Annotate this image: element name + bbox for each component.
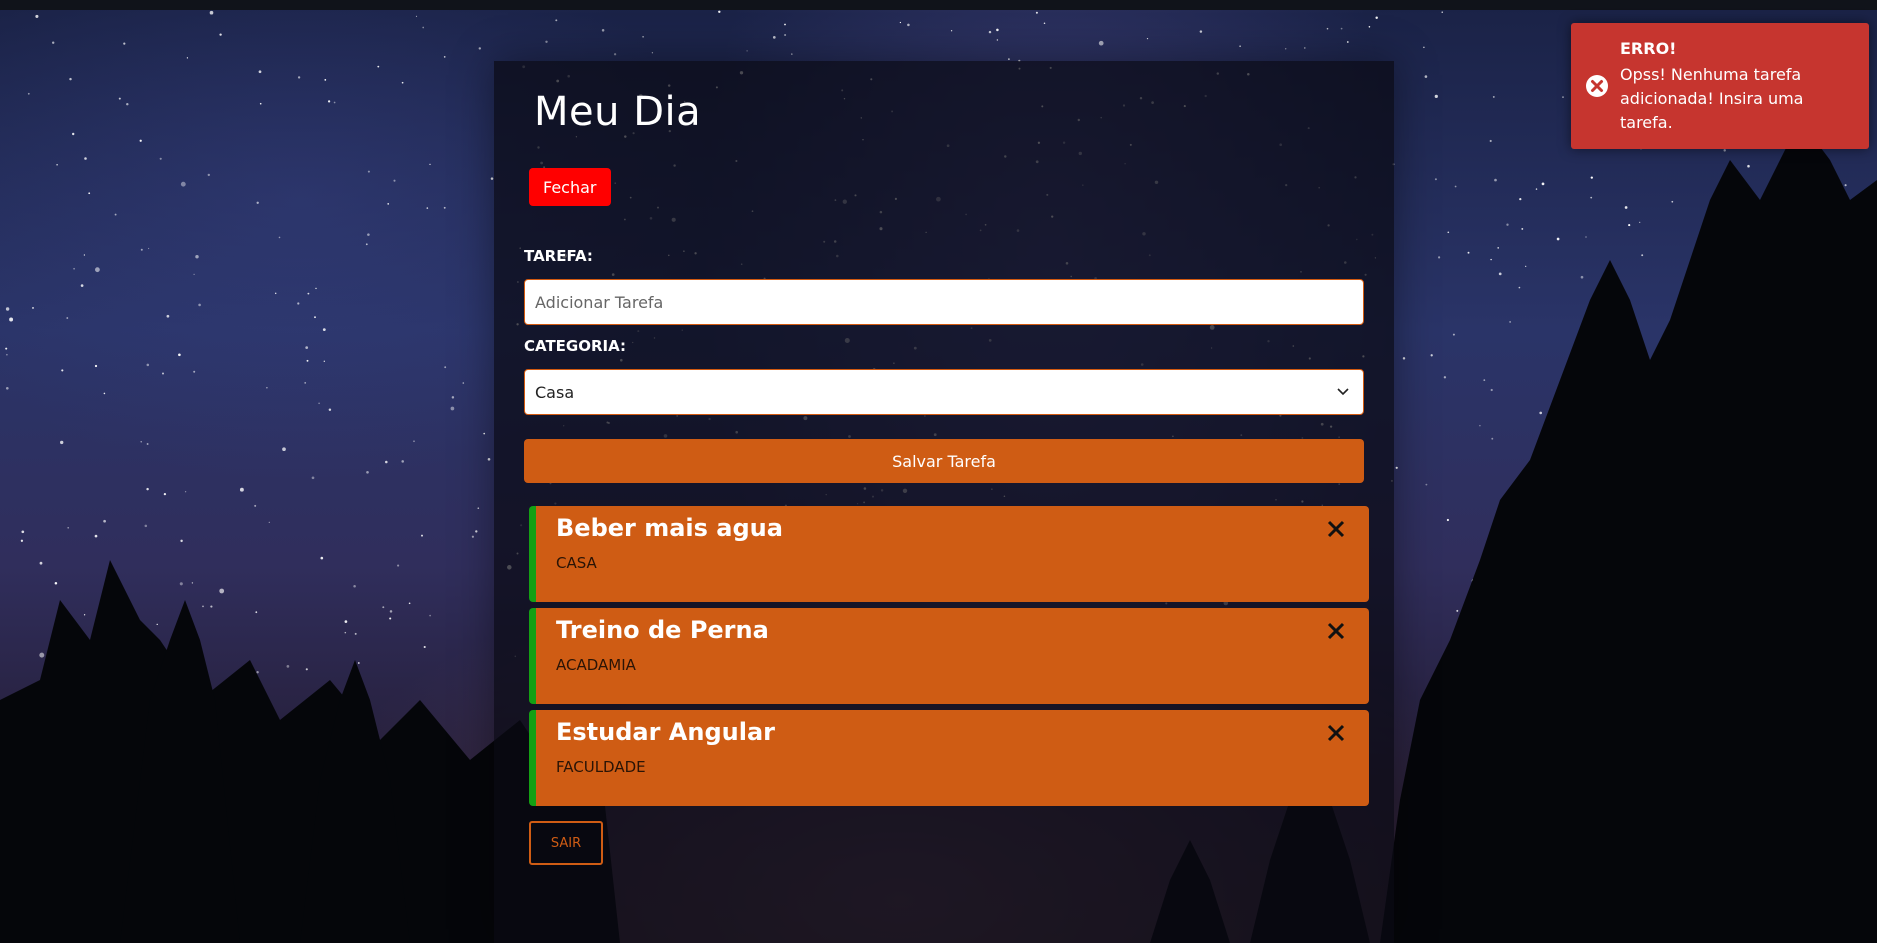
task-category: CASA xyxy=(556,554,597,572)
todo-card: Meu Dia Fechar TAREFA: CATEGORIA: Casa S… xyxy=(494,61,1394,943)
toast-title: ERRO! xyxy=(1620,39,1677,58)
error-circle-icon xyxy=(1586,75,1608,97)
chevron-down-icon xyxy=(1337,388,1349,396)
task-label: TAREFA: xyxy=(524,247,593,265)
task-input[interactable] xyxy=(524,279,1364,325)
task-item[interactable]: Estudar Angular FACULDADE xyxy=(529,710,1369,806)
delete-task-icon[interactable] xyxy=(1323,516,1349,542)
save-task-button[interactable]: Salvar Tarefa xyxy=(524,439,1364,483)
delete-task-icon[interactable] xyxy=(1323,618,1349,644)
task-category: ACADAMIA xyxy=(556,656,636,674)
page-title: Meu Dia xyxy=(534,89,702,135)
task-item[interactable]: Treino de Perna ACADAMIA xyxy=(529,608,1369,704)
task-title: Estudar Angular xyxy=(556,718,775,746)
task-title: Treino de Perna xyxy=(556,616,769,644)
logout-button[interactable]: SAIR xyxy=(529,821,603,865)
error-toast[interactable]: ERRO! Opss! Nenhuma tarefa adicionada! I… xyxy=(1571,23,1869,149)
delete-task-icon[interactable] xyxy=(1323,720,1349,746)
category-label: CATEGORIA: xyxy=(524,337,627,355)
task-title: Beber mais agua xyxy=(556,514,783,542)
window-top-bar xyxy=(0,0,1877,10)
task-category: FACULDADE xyxy=(556,758,646,776)
task-item[interactable]: Beber mais agua CASA xyxy=(529,506,1369,602)
category-selected-value: Casa xyxy=(535,382,575,402)
close-button[interactable]: Fechar xyxy=(529,168,611,206)
toast-message: Opss! Nenhuma tarefa adicionada! Insira … xyxy=(1620,65,1804,132)
category-select[interactable]: Casa xyxy=(524,369,1364,415)
